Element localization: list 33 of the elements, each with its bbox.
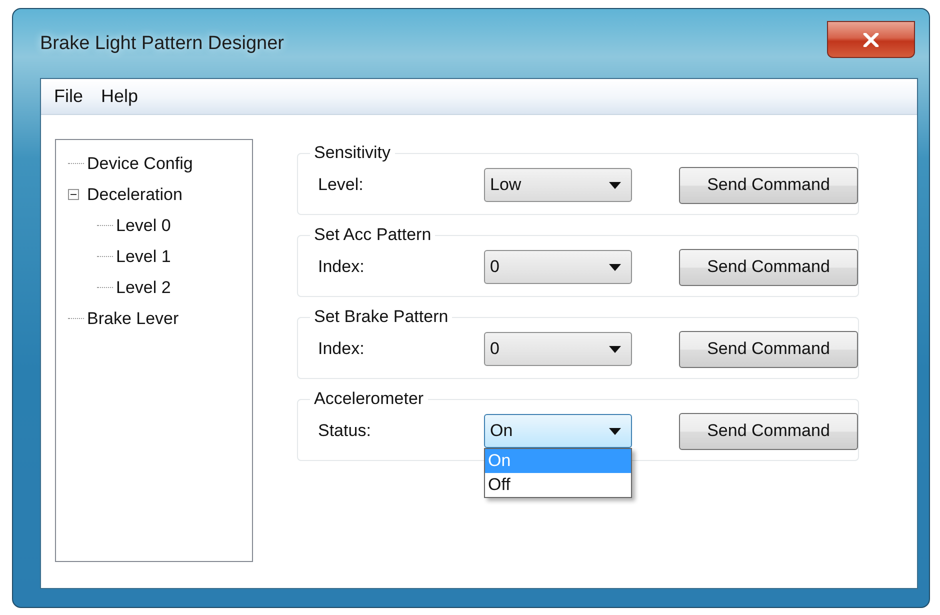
- field-label: Index:: [318, 339, 366, 359]
- field-label: Index:: [318, 257, 366, 277]
- send-command-button[interactable]: Send Command: [679, 166, 858, 204]
- tree-item[interactable]: Brake Lever: [87, 308, 179, 328]
- tree-item[interactable]: Level 2: [116, 278, 171, 298]
- collapse-icon[interactable]: [68, 189, 79, 200]
- field-label: Level:: [318, 175, 364, 195]
- menu-item[interactable]: Help: [101, 86, 138, 107]
- dropdown[interactable]: 0: [484, 250, 632, 284]
- send-command-button[interactable]: Send Command: [679, 412, 858, 450]
- send-command-button[interactable]: Send Command: [679, 248, 858, 286]
- send-command-button[interactable]: Send Command: [679, 330, 858, 368]
- tree-item[interactable]: Device Config: [87, 154, 193, 174]
- caret-icon: [609, 264, 621, 270]
- group-title: Set Acc Pattern: [313, 225, 432, 245]
- tree-item[interactable]: Deceleration: [87, 184, 182, 204]
- dropdown[interactable]: On: [484, 414, 632, 448]
- tree-item[interactable]: Level 1: [116, 246, 171, 266]
- caret-icon: [609, 428, 621, 434]
- group-title: Sensitivity: [313, 143, 392, 163]
- caret-icon: [609, 346, 621, 352]
- window-title: Brake Light Pattern Designer: [40, 33, 284, 55]
- caret-icon: [609, 182, 621, 188]
- group-title: Set Brake Pattern: [313, 307, 450, 327]
- tree-item[interactable]: Level 0: [116, 216, 171, 236]
- close-icon: [863, 32, 879, 46]
- group-title: Accelerometer: [313, 389, 425, 409]
- menu-item[interactable]: File: [54, 86, 84, 107]
- dropdown-option[interactable]: Off: [485, 473, 631, 497]
- close-button[interactable]: [827, 21, 915, 58]
- field-label: Status:: [318, 421, 372, 441]
- dropdown[interactable]: 0: [484, 332, 632, 366]
- dropdown[interactable]: Low: [484, 168, 632, 202]
